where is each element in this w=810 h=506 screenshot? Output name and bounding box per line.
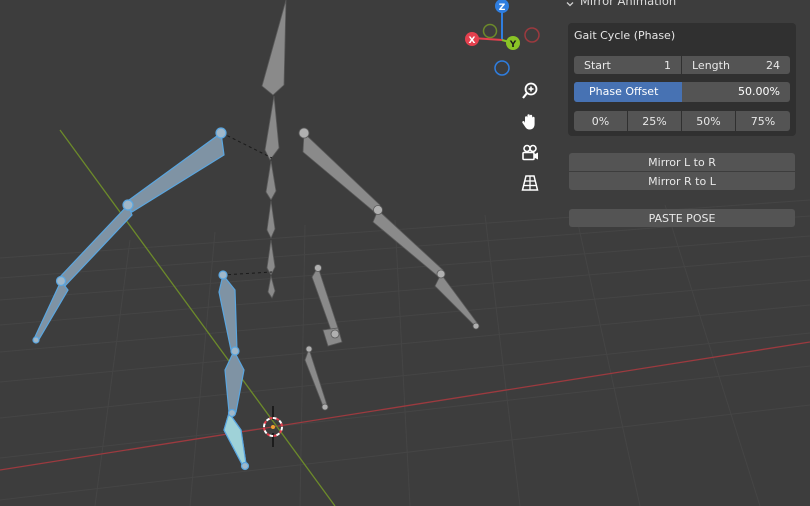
length-value: 24 (766, 58, 780, 72)
phase-offset-slider[interactable]: Phase Offset 50.00% (574, 82, 790, 102)
preset-50-label: 50% (696, 114, 721, 128)
mirror-l-to-r-button[interactable]: Mirror L to R (569, 153, 795, 171)
gizmo-neg-x-circle[interactable] (524, 27, 540, 43)
preset-25-label: 25% (642, 114, 667, 128)
paste-pose-button[interactable]: PASTE POSE (569, 209, 795, 227)
right-arm-bones[interactable] (302, 132, 479, 328)
mirror-animation-panel: Mirror Animation Gait Cycle (Phase) Star… (562, 0, 810, 506)
phase-offset-label: Phase Offset (589, 85, 659, 98)
preset-75-label: 75% (750, 114, 776, 128)
mirror-l-to-r-label: Mirror L to R (648, 155, 716, 169)
gizmo-z-label: Z (499, 3, 506, 13)
camera-view-button[interactable] (517, 140, 543, 166)
pan-hand-icon (522, 114, 535, 130)
pan-button[interactable] (517, 109, 543, 135)
perspective-toggle-button[interactable] (517, 170, 543, 196)
gizmo-x-label: X (469, 36, 476, 46)
start-value: 1 (664, 58, 671, 72)
start-field[interactable]: Start 1 (574, 56, 681, 74)
preset-75-button[interactable]: 75% (736, 111, 790, 131)
panel-header[interactable]: Mirror Animation (566, 0, 676, 9)
mirror-r-to-l-label: Mirror R to L (648, 174, 716, 188)
length-label: Length (692, 58, 730, 72)
camera-icon (522, 144, 538, 161)
y-axis-line (59, 129, 336, 506)
start-label: Start (584, 58, 611, 72)
grid-icon (521, 175, 539, 191)
paste-pose-label: PASTE POSE (648, 211, 716, 225)
preset-50-button[interactable]: 50% (682, 111, 735, 131)
gait-cycle-title: Gait Cycle (Phase) (574, 29, 676, 42)
length-field[interactable]: Length 24 (682, 56, 790, 74)
dashed-relations (221, 132, 273, 276)
phase-offset-value: 50.00% (738, 85, 780, 98)
panel-title: Mirror Animation (580, 0, 677, 8)
gizmo-neg-z-circle[interactable] (494, 60, 510, 76)
zoom-button[interactable] (517, 78, 543, 104)
preset-0-button[interactable]: 0% (574, 111, 627, 131)
zoom-icon (522, 82, 538, 99)
spine-bones[interactable] (261, 0, 287, 299)
chevron-down-icon (566, 0, 574, 7)
gait-cycle-box: Gait Cycle (Phase) Start 1 Length 24 Pha… (568, 23, 796, 136)
gizmo-y-label: Y (509, 40, 517, 50)
preset-25-button[interactable]: 25% (628, 111, 681, 131)
gizmo-neg-y-circle[interactable] (482, 23, 498, 39)
preset-0-label: 0% (591, 114, 610, 128)
navigation-gizmo[interactable]: Z X Y (465, 0, 540, 76)
left-foot-bone-active[interactable] (223, 411, 247, 467)
mirror-r-to-l-button[interactable]: Mirror R to L (569, 172, 795, 190)
left-arm-bones[interactable] (33, 131, 225, 342)
